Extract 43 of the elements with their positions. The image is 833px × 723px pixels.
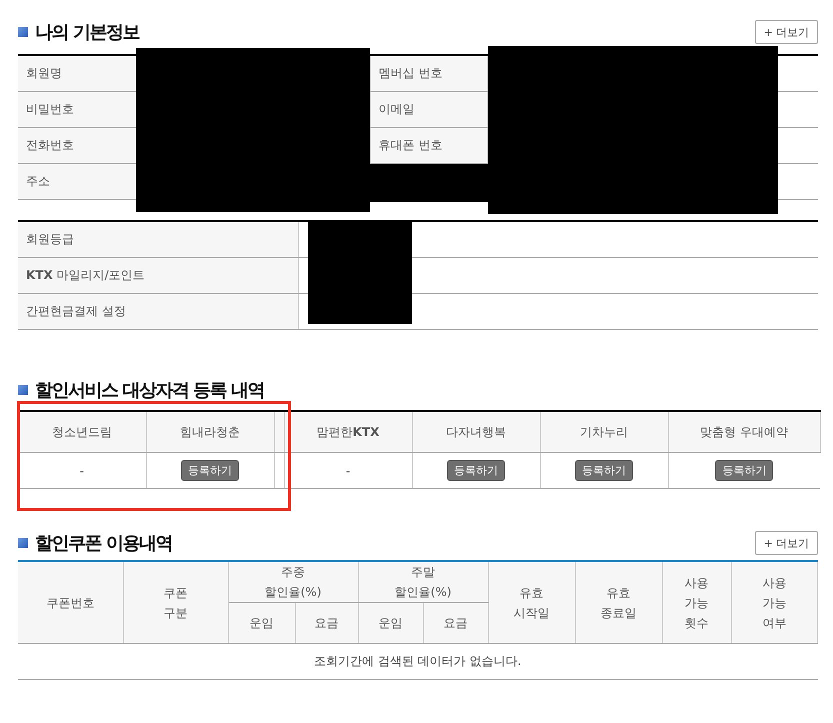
column-header: 운임: [358, 602, 424, 644]
column-header: 유효 시작일: [488, 561, 576, 644]
column-header: 청소년드림: [18, 411, 146, 452]
bullet-icon: [18, 27, 28, 37]
section-title: 할인서비스 대상자격 등록 내역: [35, 379, 264, 402]
field-label: 회원등급: [18, 221, 298, 258]
field-label: 주소: [18, 164, 136, 200]
column-header: 다자녀행복: [412, 411, 540, 452]
section-title: 나의 기본정보: [35, 21, 139, 44]
field-label: KTX 마일리지/포인트: [18, 258, 298, 294]
column-header: 유효 종료일: [575, 561, 662, 644]
column-header: 쿠폰번호: [18, 561, 123, 644]
column-header: 요금: [423, 602, 488, 644]
field-label: 이메일: [370, 92, 487, 128]
column-header: 힘내라청춘: [146, 411, 274, 452]
column-header: 주말 할인율(%): [358, 561, 488, 602]
field-label: 멤버십 번호: [370, 55, 487, 92]
register-button[interactable]: 등록하기: [575, 460, 633, 481]
field-label: 회원명: [18, 55, 136, 92]
column-header: 쿠폰 구분: [123, 561, 228, 644]
column-header: 맘편한KTX: [284, 411, 412, 452]
field-label: 휴대폰 번호: [370, 128, 487, 164]
register-button[interactable]: 등록하기: [181, 460, 239, 481]
column-header: 사용 가능 여부: [731, 561, 818, 644]
column-header: 요금: [295, 602, 358, 644]
more-button[interactable]: + 더보기: [754, 531, 818, 555]
bullet-icon: [18, 385, 28, 395]
register-button[interactable]: 등록하기: [447, 460, 505, 481]
section-title: 할인쿠폰 이용내역: [35, 532, 172, 555]
empty-message: 조회기간에 검색된 데이터가 없습니다.: [18, 644, 818, 680]
column-header: 기차누리: [540, 411, 668, 452]
column-header: 사용 가능 횟수: [662, 561, 732, 644]
field-label: 비밀번호: [18, 92, 136, 128]
column-header: 운임: [228, 602, 295, 644]
field-label: 간편현금결제 설정: [18, 294, 298, 330]
column-header: 주중 할인율(%): [228, 561, 358, 602]
column-header: 맞춤형 우대예약: [668, 411, 820, 452]
table-cell: -: [18, 452, 146, 488]
register-button[interactable]: 등록하기: [715, 460, 774, 481]
bullet-icon: [18, 538, 28, 548]
table-cell: -: [284, 452, 412, 488]
more-button[interactable]: + 더보기: [754, 20, 818, 44]
field-label: 전화번호: [18, 128, 136, 164]
